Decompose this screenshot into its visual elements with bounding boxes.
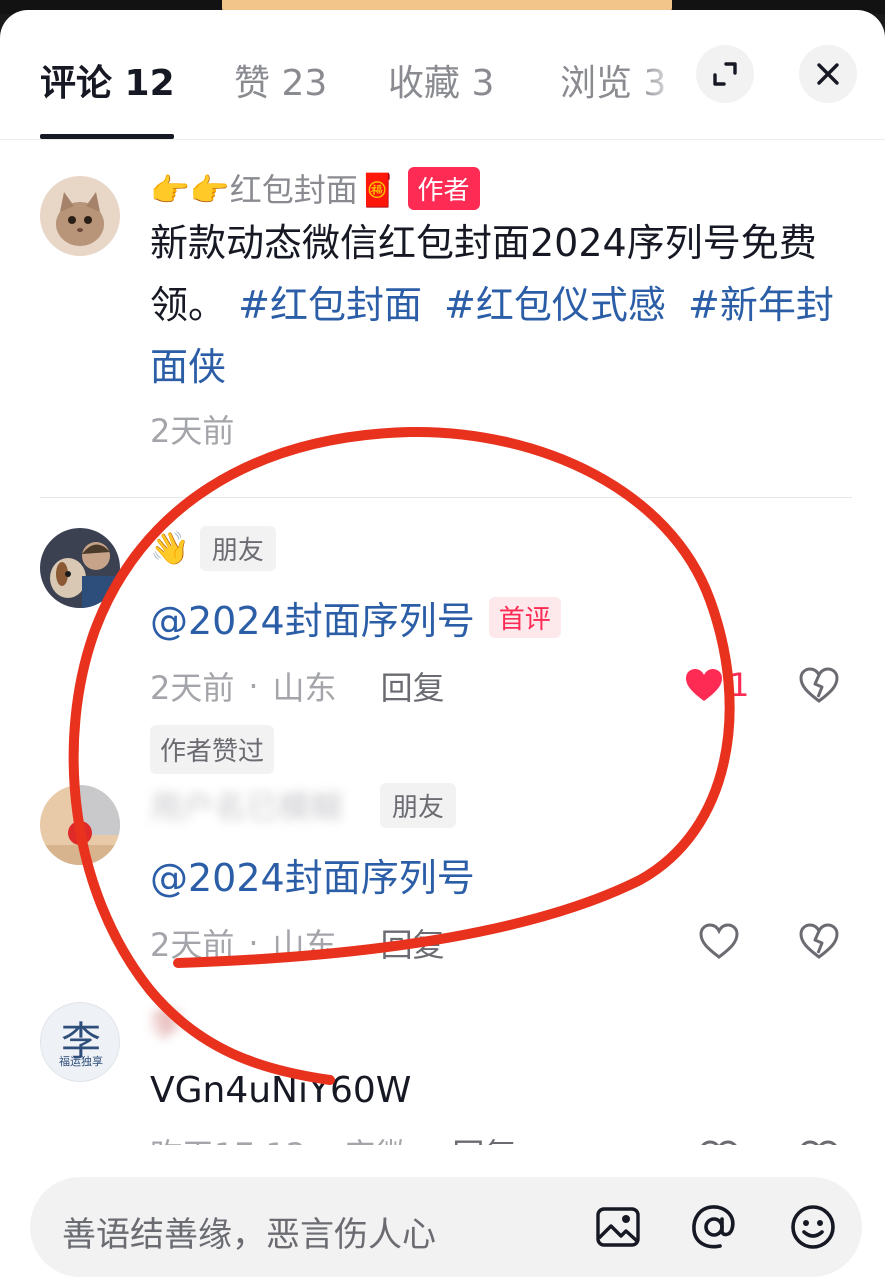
reply-button[interactable]: 回复 (452, 1130, 516, 1145)
image-icon (596, 1207, 640, 1247)
heart-outline-icon (699, 923, 739, 959)
reply-button[interactable]: 回复 (381, 663, 445, 709)
image-button[interactable] (590, 1199, 646, 1255)
avatar[interactable] (40, 176, 120, 256)
name-row: 👉👉红包封面🧧 作者 (150, 165, 851, 211)
emoji-icon (791, 1205, 835, 1249)
mention-button[interactable] (686, 1199, 742, 1255)
tab-likes[interactable]: 赞 23 (234, 54, 327, 106)
name-row: 李 (150, 999, 851, 1045)
comment-actions (689, 923, 849, 959)
author-liked-row: 作者赞过 (150, 725, 851, 774)
comment-text: @2024封面序列号 (150, 847, 851, 902)
comment-time: 2天前 (150, 669, 235, 707)
close-icon (817, 63, 839, 85)
author-name[interactable]: 👉👉红包封面🧧 (150, 165, 398, 211)
reply-button[interactable]: 回复 (381, 920, 445, 966)
comment-input[interactable]: 善语结善缘，恶言伤人心 (30, 1177, 862, 1277)
broken-heart-icon (799, 923, 839, 959)
comment-time: 昨天17:12 (150, 1130, 306, 1145)
meta-dot: · (320, 1134, 330, 1145)
friend-tag: 朋友 (380, 782, 457, 828)
comment-actions: 1 (681, 666, 849, 704)
comment-body: 李 VGn4uNiY60W 昨天17:12 · 安徽 回复 (150, 1002, 851, 1145)
comment-input-bar: 善语结善缘，恶言伤人心 (0, 1145, 885, 1280)
author-tag: 作者 (407, 166, 480, 210)
dislike-button[interactable] (789, 667, 849, 703)
at-icon (692, 1205, 735, 1249)
meta-dot: · (248, 924, 259, 962)
friend-tag: 朋友 (199, 525, 276, 571)
user-name-blurred[interactable]: 李 (150, 999, 260, 1045)
expand-button[interactable] (696, 45, 754, 103)
comment-list[interactable]: 👉👉红包封面🧧 作者 新款动态微信红包封面2024序列号免费领。 #红包封面 #… (0, 140, 885, 1145)
name-row: 用户名已模糊 朋友 (150, 782, 851, 828)
comment-text: @2024封面序列号 首评 (150, 590, 851, 645)
meta-dot: · (248, 667, 259, 705)
like-count: 1 (729, 666, 750, 704)
dislike-button[interactable] (789, 923, 849, 959)
dog-avatar-icon (40, 528, 120, 608)
tab-comments[interactable]: 评论 12 (40, 54, 175, 106)
comment-text: VGn4uNiY60W (150, 1070, 412, 1111)
hashtag-link[interactable]: #红包封面 (238, 283, 422, 327)
comment-body: 👉👉红包封面🧧 作者 新款动态微信红包封面2024序列号免费领。 #红包封面 #… (150, 165, 851, 452)
avatar[interactable] (40, 785, 120, 865)
name-row: 👋 朋友 (150, 525, 851, 571)
comment-time: 2天前 (150, 412, 235, 450)
tab-bar: 评论 12 赞 23 收藏 3 浏览 3 (0, 10, 885, 140)
comment-time: 2天前 (150, 926, 235, 964)
avatar-subtext: 福运独享 (59, 1055, 103, 1068)
cat-avatar-icon (40, 176, 120, 256)
heart-filled-icon (686, 669, 722, 701)
first-comment-tag: 首评 (488, 597, 561, 638)
blurred-avatar-icon (40, 785, 120, 865)
divider (40, 497, 852, 498)
avatar[interactable]: 李 福运独享 (40, 1002, 120, 1082)
user-name-blurred[interactable]: 用户名已模糊 (150, 782, 350, 828)
tab-favorites[interactable]: 收藏 3 (388, 54, 494, 106)
emoji-button[interactable] (785, 1199, 841, 1255)
like-button[interactable] (689, 923, 749, 959)
author-liked-badge: 作者赞过 (150, 725, 275, 774)
user-name[interactable]: 👋 (150, 529, 190, 567)
comment-location: 安徽 (344, 1130, 408, 1145)
active-tab-indicator (40, 134, 174, 139)
mention-link[interactable]: @2024封面序列号 (150, 599, 475, 643)
comment-sheet: 评论 12 赞 23 收藏 3 浏览 3 👉👉红包封面🧧 作者 新款动态微信红包… (0, 10, 885, 1280)
avatar[interactable] (40, 528, 120, 608)
comment-location: 山东 (272, 669, 337, 707)
comment-text: 新款动态微信红包封面2024序列号免费领。 #红包封面 #红包仪式感 #新年封面… (150, 212, 851, 398)
comment-meta: 2天前 (150, 406, 851, 452)
expand-icon (713, 62, 737, 86)
comment-input-placeholder: 善语结善缘，恶言伤人心 (62, 1215, 436, 1255)
like-button[interactable] (681, 667, 727, 703)
comment-location: 山东 (272, 926, 337, 964)
tab-fade (640, 40, 690, 120)
comment-body: 👋 朋友 @2024封面序列号 首评 2天前 · 山东 回复 作者赞过 (150, 525, 851, 774)
broken-heart-icon (799, 667, 839, 703)
mention-link[interactable]: @2024封面序列号 (150, 856, 475, 900)
hashtag-link[interactable]: #红包仪式感 (444, 283, 666, 327)
close-button[interactable] (799, 45, 857, 103)
